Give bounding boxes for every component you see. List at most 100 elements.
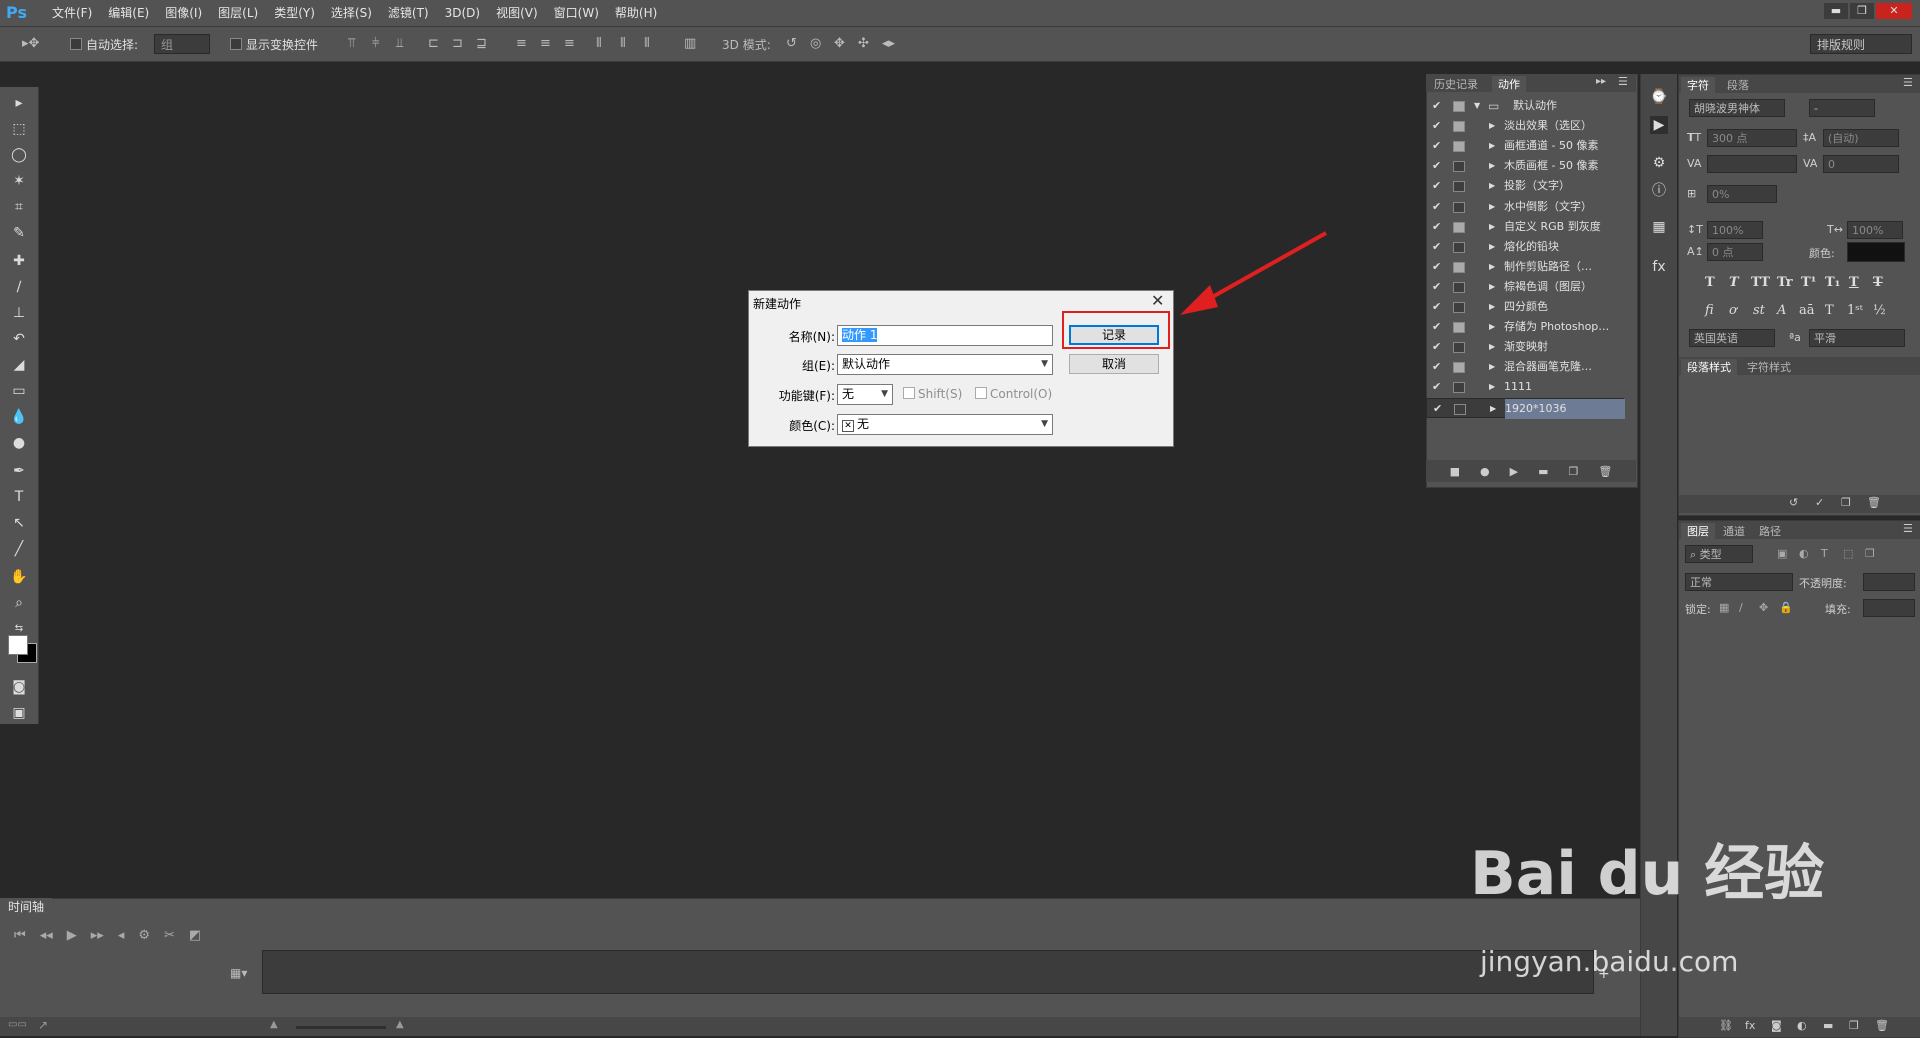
checkmark-icon[interactable]: ✔	[1432, 96, 1441, 116]
zoom-slider[interactable]	[296, 1026, 386, 1029]
tsume-field[interactable]: 0%	[1707, 185, 1777, 203]
lock-transparent-icon[interactable]: ▦	[1719, 601, 1729, 614]
tab-character[interactable]: 字符	[1681, 77, 1715, 93]
triangle-right-icon[interactable]: ▶	[1490, 399, 1496, 419]
audio-icon[interactable]: ◂	[118, 928, 125, 943]
distribute-left-icon[interactable]: ⦀	[596, 36, 602, 51]
align-right-icon[interactable]: ⊒	[476, 36, 487, 51]
set-dropdown[interactable]: 默认动作 ▼	[837, 354, 1053, 375]
3d-roll-icon[interactable]: ◎	[810, 36, 821, 51]
action-row[interactable]: ✔ ▶ 制作剪贴路径（…	[1426, 257, 1624, 277]
triangle-right-icon[interactable]: ▶	[1489, 297, 1495, 317]
crop-tool-icon[interactable]: ⌗	[8, 197, 30, 217]
pen-tool-icon[interactable]: ✒	[8, 461, 30, 481]
triangle-right-icon[interactable]: ▶	[1489, 257, 1495, 277]
distribute-top-icon[interactable]: ≡	[516, 36, 527, 51]
lock-position-icon[interactable]: ✥	[1759, 601, 1768, 614]
tab-paths[interactable]: 路径	[1753, 523, 1787, 539]
new-set-icon[interactable]: ▬	[1538, 465, 1548, 478]
triangle-right-icon[interactable]: ▶	[1489, 116, 1495, 136]
menu-layer[interactable]: 图层(L)	[210, 0, 266, 26]
marquee-tool-icon[interactable]: ⬚	[8, 119, 30, 139]
swash-icon[interactable]: st	[1753, 303, 1765, 318]
render-video-icon[interactable]: ▦▾	[230, 966, 247, 980]
align-left-icon[interactable]: ⊏	[428, 36, 439, 51]
distribute-right-icon[interactable]: ⦀	[644, 36, 650, 51]
triangle-right-icon[interactable]: ▶	[1489, 337, 1495, 357]
settings-icon[interactable]: ⚙	[138, 928, 150, 943]
menu-view[interactable]: 视图(V)	[488, 0, 546, 26]
horizontal-scale-field[interactable]: 100%	[1847, 221, 1903, 239]
go-first-frame-icon[interactable]: ⏮	[14, 928, 26, 943]
checkmark-icon[interactable]: ✔	[1432, 197, 1441, 217]
lock-image-icon[interactable]: ∕	[1739, 601, 1743, 614]
superscript-icon[interactable]: T¹	[1801, 275, 1816, 290]
distribute-vcenter-icon[interactable]: ≡	[540, 36, 551, 51]
panel-menu-icon[interactable]: ☰	[1903, 522, 1913, 535]
panel-menu-icon[interactable]: ☰	[1618, 75, 1628, 88]
action-row[interactable]: ✔ ▶ 1920*1036	[1426, 397, 1625, 419]
panel-menu-icon[interactable]: ☰	[1903, 76, 1913, 89]
auto-select-dropdown[interactable]: 组	[154, 34, 210, 54]
stop-icon[interactable]: ■	[1450, 465, 1460, 478]
delete-layer-icon[interactable]: 🗑	[1875, 1019, 1889, 1032]
auto-align-icon[interactable]: ▥	[684, 36, 696, 51]
path-select-icon[interactable]: ↖	[8, 513, 30, 533]
align-top-icon[interactable]: ⫪	[348, 36, 355, 51]
action-row[interactable]: ✔ ▶ 水中倒影（文字）	[1426, 197, 1624, 217]
triangle-right-icon[interactable]: ▶	[1489, 357, 1495, 377]
gradient-tool-icon[interactable]: ▭	[8, 381, 30, 401]
align-bottom-icon[interactable]: ⫫	[396, 36, 403, 51]
triangle-right-icon[interactable]: ▶	[1489, 377, 1495, 397]
styles-panel-icon[interactable]: fx	[1650, 258, 1668, 276]
vertical-scale-field[interactable]: 100%	[1707, 221, 1763, 239]
tab-channels[interactable]: 通道	[1717, 523, 1751, 539]
checkmark-icon[interactable]: ✔	[1432, 176, 1441, 196]
dialog-toggle-icon[interactable]	[1453, 201, 1465, 213]
action-row[interactable]: ✔ ▶ 淡出效果（选区）	[1426, 116, 1624, 136]
type-tool-icon[interactable]: T	[8, 487, 30, 507]
dialog-toggle-icon[interactable]	[1453, 181, 1465, 193]
tab-actions[interactable]: 动作	[1492, 76, 1526, 92]
language-dropdown[interactable]: 英国英语	[1689, 329, 1775, 347]
lasso-tool-icon[interactable]: ◯	[8, 145, 30, 165]
checkmark-icon[interactable]: ✔	[1432, 136, 1441, 156]
transition-icon[interactable]: ◩	[189, 928, 201, 943]
new-group-icon[interactable]: ▬	[1823, 1019, 1833, 1032]
leading-field[interactable]: (自动)	[1823, 129, 1899, 147]
fill-field[interactable]	[1863, 599, 1915, 617]
action-row[interactable]: ✔ ▶ 1111	[1426, 377, 1624, 397]
close-icon[interactable]: ✕	[1151, 291, 1164, 310]
new-action-icon[interactable]: ❐	[1569, 465, 1579, 478]
ornaments-icon[interactable]: T	[1825, 303, 1834, 318]
dialog-toggle-icon[interactable]	[1453, 362, 1465, 374]
menu-3d[interactable]: 3D(D)	[437, 0, 488, 26]
font-style-field[interactable]: -	[1809, 99, 1875, 117]
dialog-toggle-icon[interactable]	[1453, 241, 1465, 253]
menu-edit[interactable]: 编辑(E)	[100, 0, 157, 26]
actions-panel-icon[interactable]: ▶	[1650, 116, 1668, 134]
checkmark-icon[interactable]: ✔	[1432, 237, 1441, 257]
kerning-field[interactable]	[1707, 155, 1797, 173]
zoom-in-icon[interactable]: ▲	[396, 1019, 404, 1030]
collapse-icon[interactable]: ▸▸	[1596, 76, 1606, 87]
history-panel-icon[interactable]: ⌚	[1650, 88, 1668, 106]
titling-alt-icon[interactable]: aā	[1799, 303, 1815, 318]
history-brush-icon[interactable]: ↶	[8, 329, 30, 349]
action-row[interactable]: ✔ ▶ 木质画框 - 50 像素	[1426, 156, 1624, 176]
filter-shape-icon[interactable]: ⬚	[1843, 547, 1853, 560]
checkmark-icon[interactable]: ✔	[1432, 156, 1441, 176]
action-row[interactable]: ✔ ▶ 画框通道 - 50 像素	[1426, 136, 1624, 156]
action-row[interactable]: ✔ ▶ 自定义 RGB 到灰度	[1426, 217, 1624, 237]
menu-select[interactable]: 选择(S)	[323, 0, 380, 26]
old-style-icon[interactable]: ơ	[1729, 303, 1737, 318]
split-icon[interactable]: ✂	[164, 928, 175, 943]
move-tool-icon[interactable]: ▸	[8, 93, 30, 113]
line-tool-icon[interactable]: ╱	[8, 539, 30, 559]
dialog-toggle-icon[interactable]	[1453, 121, 1465, 133]
text-color-swatch[interactable]	[1847, 242, 1905, 262]
triangle-right-icon[interactable]: ▶	[1489, 156, 1495, 176]
eyedropper-icon[interactable]: ✎	[8, 223, 30, 243]
checkmark-icon[interactable]: ✔	[1432, 357, 1441, 377]
triangle-right-icon[interactable]: ▶	[1489, 136, 1495, 156]
